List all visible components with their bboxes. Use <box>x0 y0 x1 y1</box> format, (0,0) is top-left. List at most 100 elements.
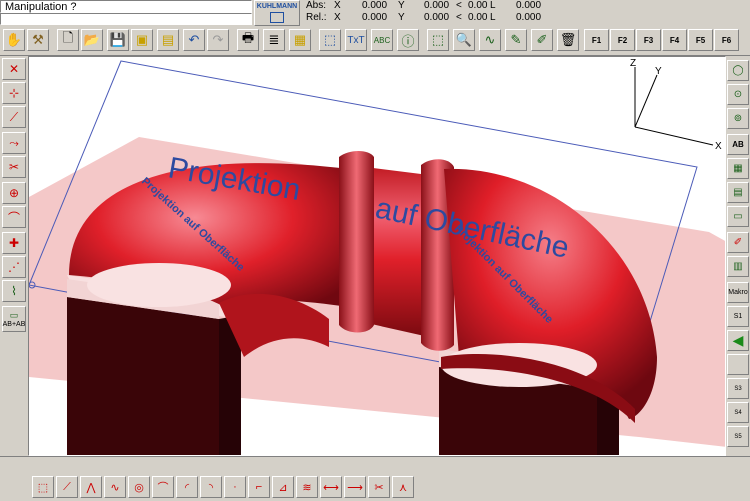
cut-line-tool[interactable]: ✂ <box>2 156 26 178</box>
extend-button[interactable]: ⟶ <box>344 476 366 498</box>
command-input-field[interactable] <box>0 13 252 25</box>
f4-button[interactable]: F4 <box>662 29 687 51</box>
new-file-button[interactable]: 🗋 <box>57 29 79 51</box>
export-button[interactable]: ▤ <box>157 29 179 51</box>
matrix-button[interactable]: ▤ <box>727 182 749 203</box>
undo-button[interactable]: ↶ <box>183 29 205 51</box>
circle-point-tool[interactable]: ⊕ <box>2 182 26 204</box>
workstation-button[interactable]: ⚒ <box>27 29 49 51</box>
rotate-view-button[interactable]: ◯ <box>727 60 749 81</box>
polyline-button[interactable]: ⋀ <box>80 476 102 498</box>
s1-button[interactable]: S1 <box>727 306 749 327</box>
command-prompt: Manipulation ? <box>0 0 252 13</box>
trim-tool[interactable]: ⋰ <box>2 256 26 278</box>
frame-select-button[interactable]: ⬚ <box>32 476 54 498</box>
panel-tool-button[interactable]: ▥ <box>727 256 749 277</box>
s5-button[interactable]: S5 <box>727 426 749 447</box>
f5-button[interactable]: F5 <box>688 29 713 51</box>
fillet-icon: ⌐ <box>255 481 263 493</box>
point-icon: · <box>233 481 237 493</box>
left-elbow-inner <box>87 263 231 307</box>
arc-tool[interactable]: ⌒ <box>2 206 26 228</box>
top-status-bar: Manipulation ? KUHLMANN Abs: X 0.000 Y 0… <box>0 0 750 26</box>
save-as-button[interactable]: ▣ <box>131 29 153 51</box>
zoom-button[interactable]: 🔍 <box>453 29 475 51</box>
left-base-front <box>67 297 219 455</box>
window-select-button[interactable]: ⬚ <box>427 29 449 51</box>
calculator-button[interactable]: ▦ <box>289 29 311 51</box>
delete-button[interactable]: 🗑 <box>557 29 579 51</box>
fillet-button[interactable]: ⌐ <box>248 476 270 498</box>
right-tool-palette: ◯ ⊙ ⊚ AB ▦ ▤ ▭ ✐ ▥ Makro S1 ◀ S3 S4 S5 <box>726 56 750 456</box>
save-file-button[interactable]: 💾 <box>107 29 129 51</box>
info-button[interactable]: ⓘ <box>397 29 419 51</box>
arc-radius-button[interactable]: ◝ <box>200 476 222 498</box>
f2-button[interactable]: F2 <box>610 29 635 51</box>
mirror-button[interactable]: ⟷ <box>320 476 342 498</box>
polyline-icon: ⟋ <box>9 109 19 124</box>
s3-button[interactable]: S3 <box>727 378 749 399</box>
redo-icon: ↷ <box>212 32 224 47</box>
logo-mark-icon <box>270 12 284 23</box>
point-button[interactable]: · <box>224 476 246 498</box>
ab-ab-label: AB+AB <box>2 321 26 328</box>
hand-icon: ✋ <box>5 32 23 47</box>
ab-ab-tool[interactable]: ▭ AB+AB <box>2 306 26 332</box>
layers-button[interactable]: ≣ <box>263 29 285 51</box>
rel-l-label: L <box>490 12 496 23</box>
arc-tangent-button[interactable]: ◜ <box>176 476 198 498</box>
bezier-tool[interactable]: ⤳ <box>2 132 26 154</box>
cross-lines-icon: ✕ <box>8 62 20 76</box>
layers-icon: ≣ <box>268 32 280 47</box>
makro-button[interactable]: Makro <box>727 282 749 303</box>
curve-tool-button[interactable]: ∿ <box>479 29 501 51</box>
spline-icon: ∿ <box>110 481 120 494</box>
open-file-button[interactable]: 📂 <box>81 29 103 51</box>
curve-edit-tool[interactable]: ⌇ <box>2 280 26 302</box>
break-button[interactable]: ⋏ <box>392 476 414 498</box>
zoom-magnifier-icon: 🔍 <box>455 32 473 47</box>
arc-icon: ⌒ <box>7 210 20 225</box>
chamfer-button[interactable]: ⊿ <box>272 476 294 498</box>
circle-button[interactable]: ◎ <box>128 476 150 498</box>
rel-y-value: 0.000 <box>424 12 450 23</box>
measure-tool-button[interactable]: ✐ <box>531 29 553 51</box>
spline-button[interactable]: ∿ <box>104 476 126 498</box>
arc-3pt-button[interactable]: ⌒ <box>152 476 174 498</box>
rotate-text-button[interactable]: ⊚ <box>727 108 749 129</box>
pen-tool-button[interactable]: ✐ <box>727 232 749 253</box>
rel-angle-value: 0.00 <box>468 12 488 23</box>
delete-line-tool[interactable]: ✕ <box>2 58 26 80</box>
f3-button[interactable]: F3 <box>636 29 661 51</box>
f6-button[interactable]: F6 <box>714 29 739 51</box>
redo-button[interactable]: ↷ <box>207 29 229 51</box>
text-button[interactable]: TxT <box>345 29 367 51</box>
line-point-button[interactable]: ⟋ <box>56 476 78 498</box>
cone-tool-button[interactable]: ◀ <box>727 330 749 351</box>
calc-button[interactable]: ▦ <box>727 158 749 179</box>
blank-tool-button[interactable] <box>727 354 749 375</box>
stand-icon: ⚒ <box>32 32 44 47</box>
offset-icon: ≋ <box>302 481 312 494</box>
text-font-button[interactable]: ABC <box>371 29 393 51</box>
polyline-tool[interactable]: ⟋ <box>2 106 26 128</box>
f1-button[interactable]: F1 <box>584 29 609 51</box>
abs-angle-value: 0.00 <box>468 0 488 11</box>
arrow-tool-button[interactable]: ▭ <box>727 206 749 227</box>
trim-icon: ⋰ <box>8 260 20 274</box>
rel-y-label: Y <box>398 12 405 23</box>
text-edit-button[interactable]: AB <box>727 134 749 155</box>
point-tool[interactable]: ⊹ <box>2 82 26 104</box>
s4-button[interactable]: S4 <box>727 402 749 423</box>
trim-button[interactable]: ✂ <box>368 476 390 498</box>
rotate-plus-button[interactable]: ⊙ <box>727 84 749 105</box>
intersect-tool[interactable]: ✚ <box>2 232 26 254</box>
offset-button[interactable]: ≋ <box>296 476 318 498</box>
3d-viewport[interactable]: Projektion auf Oberfläche Projektion auf… <box>28 56 726 456</box>
print-button[interactable]: 🖶 <box>237 29 259 51</box>
hand-pan-button[interactable]: ✋ <box>3 29 25 51</box>
select-button[interactable]: ⬚ <box>319 29 341 51</box>
brush-tool-button[interactable]: ✎ <box>505 29 527 51</box>
save-disk-icon: 💾 <box>109 32 127 47</box>
arc-radius-icon: ◝ <box>208 481 214 494</box>
